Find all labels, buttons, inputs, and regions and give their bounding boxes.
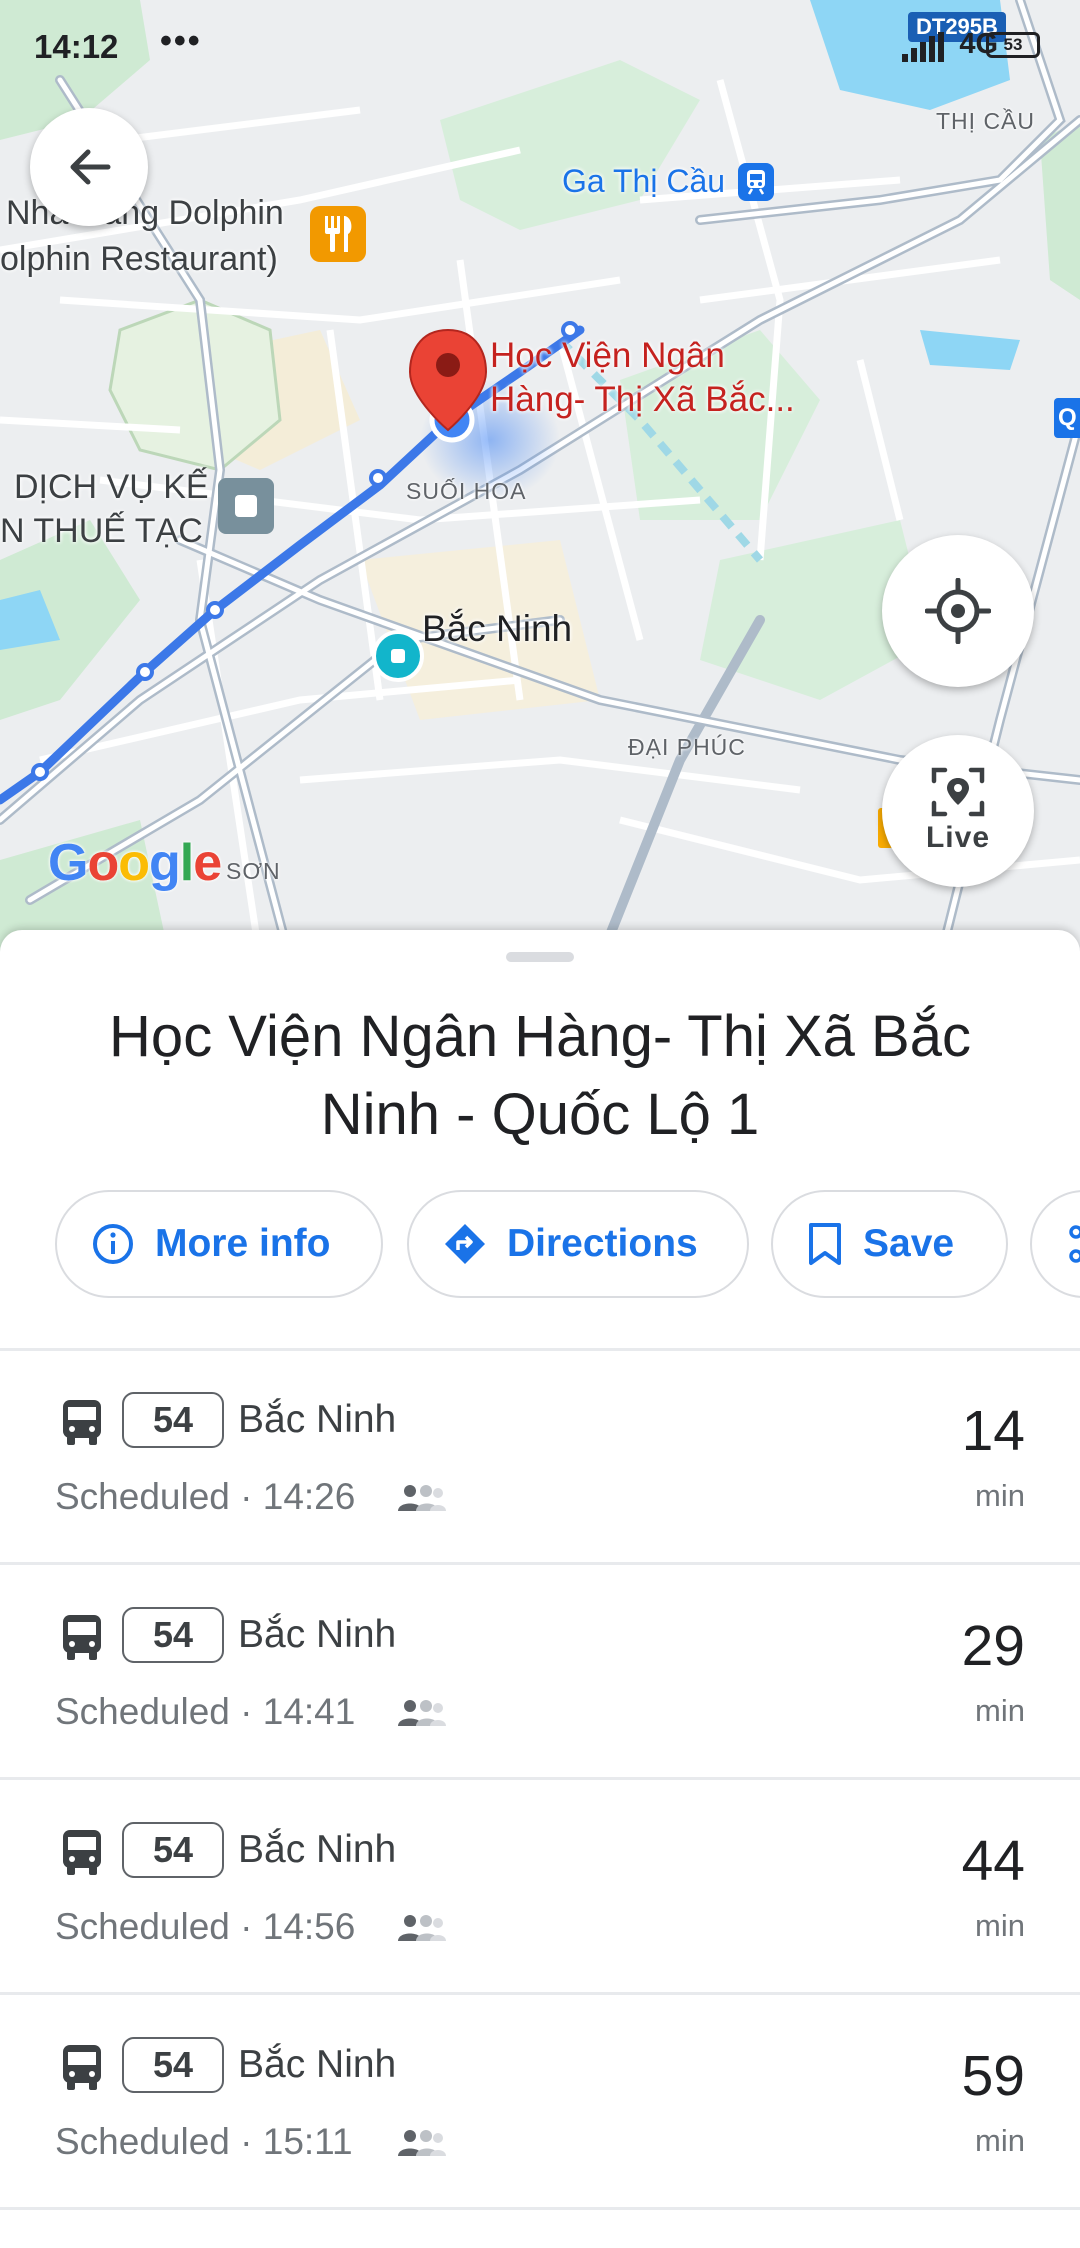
save-button[interactable]: Save (771, 1190, 1008, 1298)
map-label-marker-line2[interactable]: Hàng- Thị Xã Bắc... (490, 380, 795, 420)
schedule-time: Scheduled · 14:41 (55, 1691, 356, 1732)
share-icon (1069, 1225, 1080, 1263)
destination: Bắc Ninh (238, 1613, 397, 1656)
crowd-icon (398, 2130, 446, 2156)
battery-icon: 53 (986, 32, 1040, 58)
signal-icon (902, 32, 944, 62)
live-view-button[interactable]: Live (882, 735, 1034, 887)
action-chips: More info Directions Save (55, 1190, 1080, 1300)
directions-label: Directions (507, 1222, 698, 1265)
place-sheet[interactable]: Học Viện Ngân Hàng- Thị Xã Bắc Ninh - Qu… (0, 930, 1080, 2248)
crowd-icon (398, 1915, 446, 1941)
live-view-icon (931, 767, 985, 817)
google-logo: Google (48, 834, 222, 892)
map-label-thi-cau[interactable]: THỊ CẦU (936, 108, 1035, 134)
live-label: Live (925, 821, 991, 854)
map-label-suoi-hoa[interactable]: SUỐI HOA (406, 478, 526, 504)
map-label-dich-vu[interactable]: DỊCH VỤ KẾ (14, 468, 209, 507)
route-badge: 54 (122, 2037, 224, 2093)
map-label-dich-vu-2[interactable]: N THUẾ TẠC (0, 512, 203, 551)
minutes-unit: min (975, 2123, 1025, 2158)
save-label: Save (863, 1222, 955, 1265)
schedule-time: Scheduled · 14:26 (55, 1476, 356, 1517)
road-shield-edge: Q (1054, 398, 1080, 438)
bookmark-icon (809, 1223, 841, 1265)
arrow-left-icon (70, 149, 111, 185)
restaurant-icon[interactable] (310, 206, 366, 262)
destination: Bắc Ninh (238, 1398, 397, 1441)
map-label-marker-line1[interactable]: Học Viện Ngân (490, 336, 725, 376)
bus-icon (63, 1400, 101, 1445)
schedule-time: Scheduled · 14:56 (55, 1906, 356, 1947)
map-view[interactable]: Nhà Hàng Dolphin olphin Restaurant) Ga T… (0, 0, 1080, 960)
map-label-bac-ninh[interactable]: Bắc Ninh (422, 608, 572, 651)
minutes-away: 59 (961, 2044, 1025, 2108)
map-label-dolphin-en[interactable]: olphin Restaurant) (0, 240, 278, 279)
info-icon (93, 1224, 133, 1264)
minutes-unit: min (975, 1478, 1025, 1513)
departure-row[interactable]: 54 Bắc Ninh Scheduled · 14:56 44 min (0, 1780, 1080, 1995)
minutes-unit: min (975, 1693, 1025, 1728)
route-badge: 54 (122, 1607, 224, 1663)
more-actions-button[interactable] (1030, 1190, 1080, 1298)
more-info-button[interactable]: More info (55, 1190, 383, 1298)
bus-icon (63, 2045, 101, 2090)
departure-row[interactable]: 54 Bắc Ninh Scheduled · 15:11 59 min (0, 1995, 1080, 2210)
back-button[interactable] (30, 108, 148, 226)
bus-icon (63, 1615, 101, 1660)
minutes-unit: min (975, 1908, 1025, 1943)
city-marker-icon[interactable] (372, 630, 424, 682)
my-location-icon (925, 578, 991, 644)
map-label-ga-thi-cau[interactable]: Ga Thị Cầu (562, 163, 725, 200)
minutes-away: 29 (961, 1614, 1025, 1678)
status-time: 14:12 (34, 28, 119, 65)
map-label-son[interactable]: SƠN (226, 858, 281, 884)
drag-handle[interactable] (506, 952, 574, 962)
crowd-icon (398, 1485, 446, 1511)
route-badge: 54 (122, 1392, 224, 1448)
business-icon[interactable] (218, 478, 274, 534)
map-label-dai-phuc[interactable]: ĐẠI PHÚC (628, 734, 746, 760)
bus-icon (63, 1830, 101, 1875)
more-info-label: More info (155, 1222, 331, 1265)
place-title: Học Viện Ngân Hàng- Thị Xã Bắc Ninh - Qu… (109, 1004, 971, 1147)
train-station-icon[interactable] (738, 163, 774, 201)
minutes-away: 44 (961, 1829, 1025, 1893)
departures-list: 54 Bắc Ninh Scheduled · 14:26 14 min 54 … (0, 1350, 1080, 2210)
schedule-time: Scheduled · 15:11 (55, 2121, 353, 2162)
crowd-icon (398, 1700, 446, 1726)
directions-button[interactable]: Directions (407, 1190, 749, 1298)
departure-row[interactable]: 54 Bắc Ninh Scheduled · 14:41 29 min (0, 1565, 1080, 1780)
departure-row[interactable]: 54 Bắc Ninh Scheduled · 14:26 14 min (0, 1350, 1080, 1565)
directions-icon (445, 1224, 485, 1264)
destination: Bắc Ninh (238, 1828, 397, 1871)
status-bar: 14:12 ••• DT295B 4G 53 (0, 0, 1080, 90)
status-dots: ••• (160, 22, 202, 60)
destination: Bắc Ninh (238, 2043, 397, 2086)
minutes-away: 14 (961, 1399, 1025, 1463)
my-location-button[interactable] (882, 535, 1034, 687)
route-badge: 54 (122, 1822, 224, 1878)
